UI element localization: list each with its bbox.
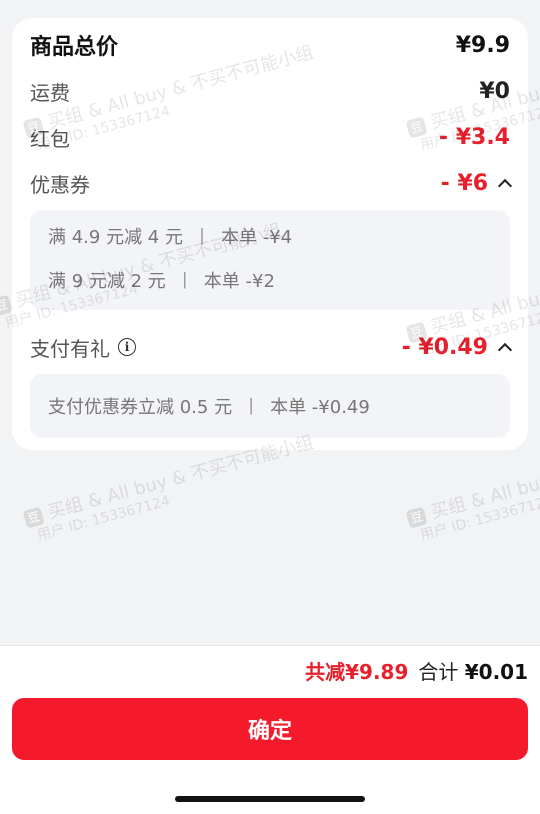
coupon-detail-line: 满 9 元减 2 元 丨 本单 -¥2 (48, 258, 492, 302)
watermark-logo-icon: 豆 (0, 294, 13, 317)
shipping-row: 运费 ¥0 (30, 76, 510, 106)
coupon-rule: 满 9 元减 2 元 (48, 271, 166, 292)
coupon-row[interactable]: 优惠券 - ¥6 (30, 168, 513, 198)
redpacket-row: 红包 - ¥3.4 (30, 122, 510, 152)
price-detail-card: 商品总价 ¥9.9 运费 ¥0 红包 - ¥3.4 优惠券 - ¥6 满 4.9… (12, 18, 528, 450)
pay-gift-label: 支付有礼 (30, 336, 110, 361)
watermark-line2: 用户 ID: 153367124 (35, 492, 172, 544)
coupon-rule: 满 4.9 元减 4 元 (48, 227, 183, 248)
pay-gift-value: - ¥0.49 (401, 334, 488, 360)
pay-gift-label-wrap: 支付有礼 i (30, 333, 136, 362)
redpacket-value: - ¥3.4 (438, 124, 510, 150)
total-value: ¥0.01 (464, 660, 528, 684)
watermark-logo-icon: 豆 (405, 506, 428, 529)
coupon-label: 优惠券 (30, 172, 90, 197)
chevron-up-icon[interactable] (497, 178, 513, 194)
coupon-detail-line: 满 4.9 元减 4 元 丨 本单 -¥4 (48, 214, 492, 258)
watermark-logo-icon: 豆 (22, 506, 45, 529)
goods-total-row: 商品总价 ¥9.9 (30, 30, 510, 61)
shipping-label: 运费 (30, 80, 70, 105)
order-summary-page: 商品总价 ¥9.9 运费 ¥0 红包 - ¥3.4 优惠券 - ¥6 满 4.9… (0, 0, 540, 814)
total-label: 合计 (418, 660, 459, 684)
goods-total-value: ¥9.9 (455, 32, 510, 58)
confirm-button[interactable]: 确定 (12, 698, 528, 760)
separator: 丨 (175, 271, 194, 292)
total-wrap: 合计 ¥0.01 (418, 656, 528, 685)
coupon-value: - ¥6 (440, 170, 488, 196)
coupon-value-wrap[interactable]: - ¥6 (440, 170, 513, 196)
pay-gift-detail-line: 支付优惠券立减 0.5 元 丨 本单 -¥0.49 (48, 384, 492, 428)
pay-gift-detail-box: 支付优惠券立减 0.5 元 丨 本单 -¥0.49 (30, 374, 510, 438)
home-indicator (175, 796, 365, 802)
bottom-action-bar: 共减¥9.89 合计 ¥0.01 确定 (0, 645, 540, 814)
pay-gift-this-order: 本单 -¥0.49 (270, 397, 370, 418)
redpacket-label: 红包 (30, 126, 70, 151)
pay-gift-value-wrap[interactable]: - ¥0.49 (401, 334, 513, 360)
coupon-detail-box: 满 4.9 元减 4 元 丨 本单 -¥4 满 9 元减 2 元 丨 本单 -¥… (30, 210, 510, 310)
separator: 丨 (192, 227, 211, 248)
coupon-this-order: 本单 -¥4 (220, 227, 293, 248)
chevron-up-icon[interactable] (497, 342, 513, 358)
pay-gift-row[interactable]: 支付有礼 i - ¥0.49 (30, 332, 513, 362)
watermark-line2: 用户 ID: 153367124 (418, 492, 540, 544)
coupon-this-order: 本单 -¥2 (203, 271, 275, 292)
separator: 丨 (242, 397, 261, 418)
pay-gift-rule: 支付优惠券立减 0.5 元 (48, 397, 233, 418)
total-summary: 共减¥9.89 合计 ¥0.01 (305, 656, 528, 685)
shipping-value: ¥0 (479, 78, 510, 104)
info-icon[interactable]: i (118, 338, 136, 356)
total-reduce: 共减¥9.89 (305, 660, 409, 684)
goods-total-label: 商品总价 (30, 35, 119, 60)
